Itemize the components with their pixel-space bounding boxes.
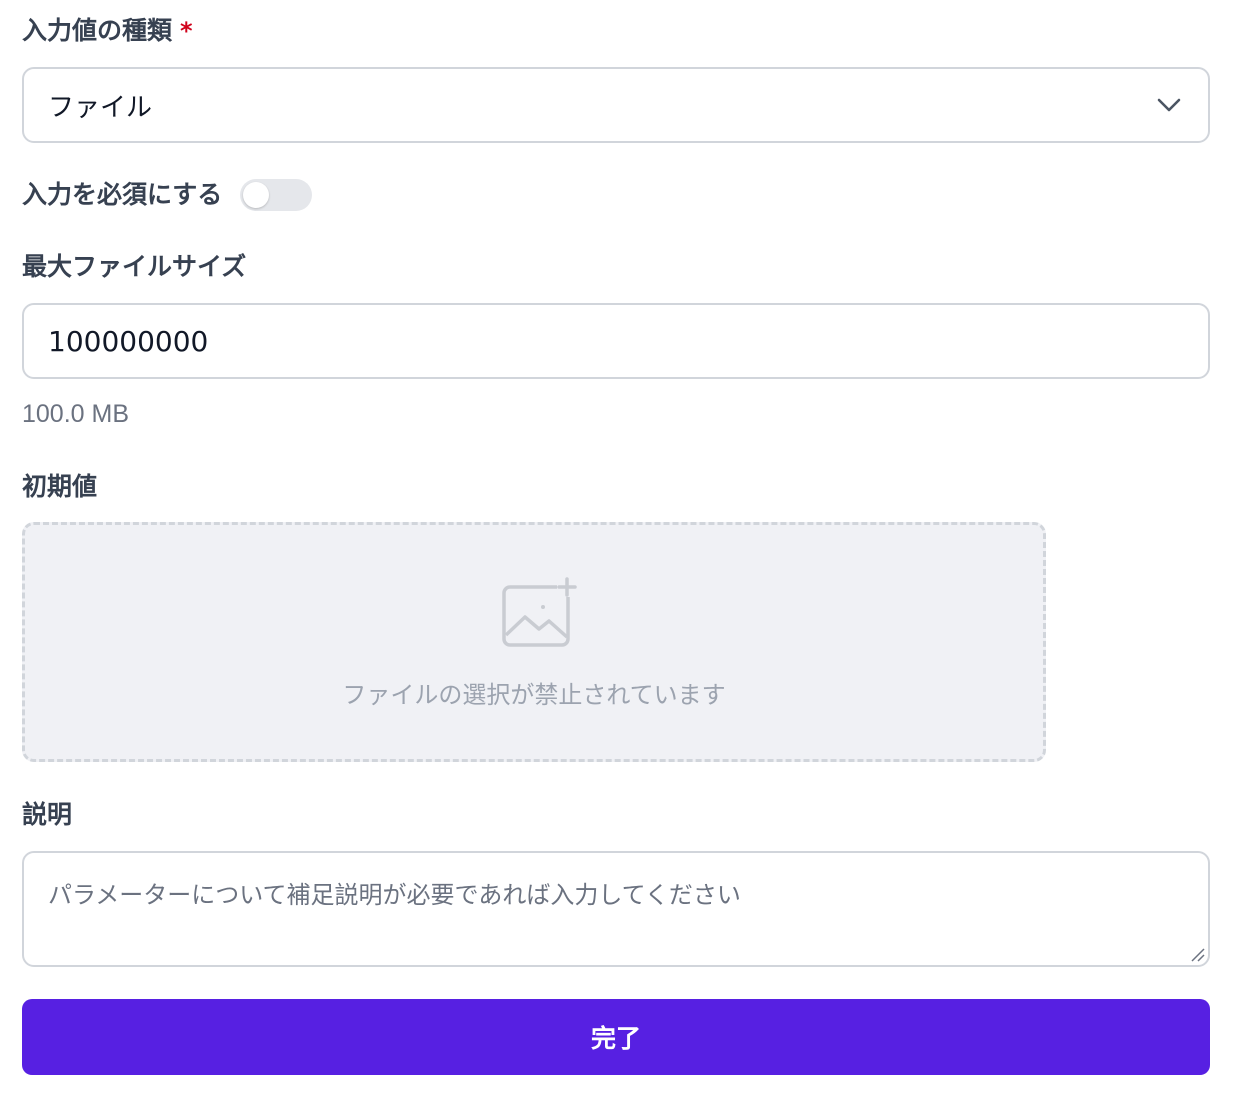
initial-value-label: 初期値 xyxy=(22,472,98,501)
max-file-size-input[interactable]: 100000000 xyxy=(22,303,1210,379)
input-type-label-text: 入力値の種類 xyxy=(22,16,173,45)
image-plus-icon xyxy=(502,577,577,647)
max-file-size-hint: 100.0 MB xyxy=(22,400,130,428)
description-label: 説明 xyxy=(22,800,73,829)
input-type-select[interactable]: ファイル xyxy=(22,67,1210,143)
description-placeholder: パラメーターについて補足説明が必要であれば入力してください xyxy=(48,881,741,909)
required-toggle-row: 入力を必須にする xyxy=(22,179,313,211)
toggle-knob xyxy=(243,182,270,208)
input-type-label: 入力値の種類 * xyxy=(22,16,193,46)
required-mark: * xyxy=(180,17,193,45)
submit-button[interactable]: 完了 xyxy=(22,999,1210,1075)
description-textarea[interactable]: パラメーターについて補足説明が必要であれば入力してください xyxy=(22,851,1210,967)
required-toggle[interactable] xyxy=(240,179,313,211)
chevron-down-icon xyxy=(1157,98,1181,112)
dropzone-text: ファイルの選択が禁止されています xyxy=(342,681,726,709)
input-type-select-value: ファイル xyxy=(48,92,153,123)
max-file-size-label: 最大ファイルサイズ xyxy=(22,252,247,281)
required-toggle-label: 入力を必須にする xyxy=(22,180,223,209)
file-dropzone[interactable]: ファイルの選択が禁止されています xyxy=(22,522,1046,762)
resize-handle-icon[interactable] xyxy=(1189,946,1205,962)
